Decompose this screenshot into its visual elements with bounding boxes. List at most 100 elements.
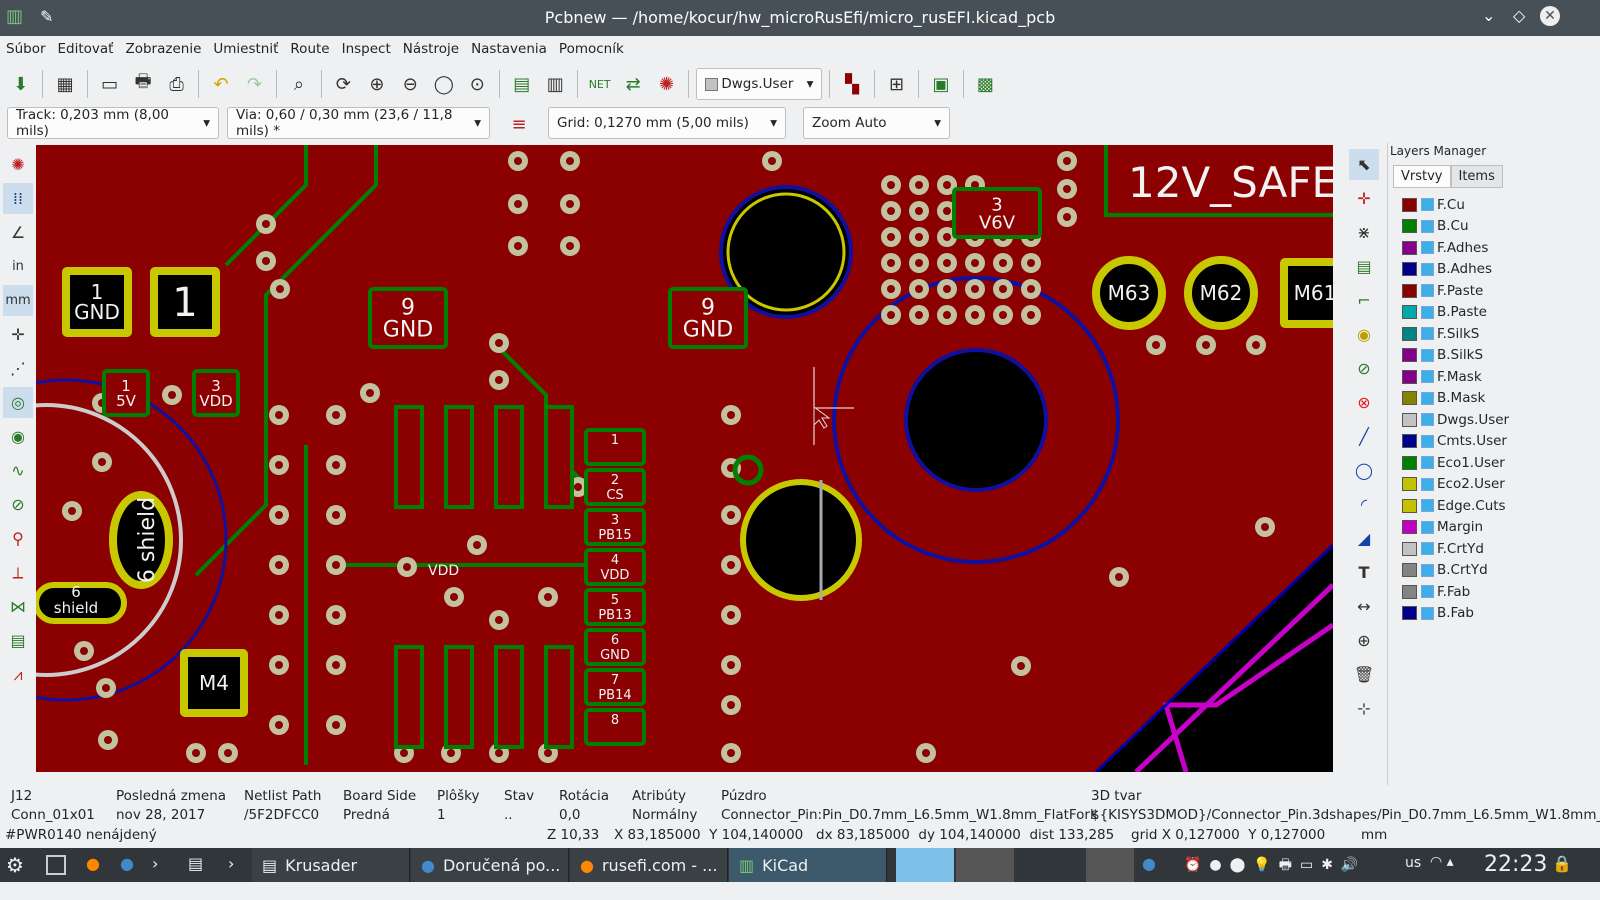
layer-row[interactable]: F.Fab (1388, 581, 1568, 603)
python-console-icon[interactable]: ▣ (926, 69, 955, 99)
layer-visible-checkbox[interactable] (1421, 219, 1434, 233)
thunderbird-icon[interactable]: ● (120, 854, 134, 873)
layer-visible-checkbox[interactable] (1421, 606, 1434, 620)
zoom-selection-icon[interactable]: ⊙ (463, 69, 492, 99)
select-icon[interactable]: ⬉ (1349, 149, 1379, 180)
layer-row[interactable]: Eco2.User (1388, 474, 1568, 496)
grid-icon[interactable]: ⁞⁞ (3, 183, 33, 214)
route-track-icon[interactable]: ⌐ (1349, 285, 1379, 316)
save-icon[interactable]: ⬇ (6, 69, 35, 99)
layer-row[interactable]: B.CrtYd (1388, 560, 1568, 582)
maximize-button[interactable]: ◇ (1513, 6, 1525, 25)
layer-visible-checkbox[interactable] (1421, 262, 1434, 276)
layer-visible-checkbox[interactable] (1421, 348, 1434, 362)
add-text-icon[interactable]: T (1349, 557, 1379, 588)
menu-inspect[interactable]: Inspect (336, 36, 397, 62)
menu-route[interactable]: Route (284, 36, 335, 62)
keyboard-layout[interactable]: us (1405, 855, 1421, 871)
app-launcher-icon[interactable]: ⚙ (6, 853, 24, 877)
layer-color-swatch[interactable] (1402, 391, 1417, 406)
task-kicad[interactable]: ▥ KiCad (729, 848, 887, 882)
layer-color-swatch[interactable] (1402, 283, 1417, 298)
track-autowidth-icon[interactable]: ≡ (504, 109, 534, 139)
layer-row[interactable]: F.Mask (1388, 366, 1568, 388)
print-icon[interactable]: 🖶 (128, 69, 157, 99)
layer-pair-icon[interactable]: ▚ (837, 69, 866, 99)
layer-visible-checkbox[interactable] (1421, 477, 1434, 491)
layer-row[interactable]: Edge.Cuts (1388, 495, 1568, 517)
tab-layers[interactable]: Vrstvy (1393, 165, 1451, 188)
layer-color-swatch[interactable] (1402, 434, 1417, 449)
layers-manager-icon[interactable]: ⩘ (3, 659, 33, 690)
layer-color-swatch[interactable] (1402, 197, 1417, 212)
update-pcb-icon[interactable]: ⇄ (618, 69, 647, 99)
layer-color-swatch[interactable] (1402, 262, 1417, 277)
tab-items[interactable]: Items (1450, 165, 1503, 188)
layer-color-swatch[interactable] (1402, 348, 1417, 363)
pad-sketch-icon[interactable]: ◎ (3, 387, 33, 418)
layer-row[interactable]: F.CrtYd (1388, 538, 1568, 560)
footprint-viewer-icon[interactable]: ▥ (540, 69, 569, 99)
track-width-select[interactable]: Track: 0,203 mm (8,00 mils) ▾ (7, 107, 219, 139)
layer-visible-checkbox[interactable] (1421, 456, 1434, 470)
local-ratsnest-icon[interactable]: ⋇ (1349, 217, 1379, 248)
terminal-icon[interactable]: › (152, 854, 158, 873)
add-zone-icon[interactable]: ⊘ (1349, 353, 1379, 384)
undo-icon[interactable]: ↶ (206, 69, 235, 99)
menu-edit[interactable]: Editovať (52, 36, 120, 62)
pcb-drawing[interactable]: 1 GND 1 9 GND9 GND3 V6VM63 M62 M61M41 5V3 VDD12 CS3… (36, 145, 1333, 772)
layer-row[interactable]: Cmts.User (1388, 431, 1568, 453)
menu-preferences[interactable]: Nastavenia (465, 36, 553, 62)
grid-select[interactable]: Grid: 0,1270 mm (5,00 mils) ▾ (548, 107, 786, 139)
layer-color-swatch[interactable] (1402, 498, 1417, 513)
layer-row[interactable]: Eco1.User (1388, 452, 1568, 474)
layer-color-swatch[interactable] (1402, 326, 1417, 341)
layer-visible-checkbox[interactable] (1421, 391, 1434, 405)
layer-row[interactable]: F.SilkS (1388, 323, 1568, 345)
highlight-net-icon[interactable]: ✛ (1349, 183, 1379, 214)
desktop-icon[interactable] (46, 855, 66, 875)
layer-color-swatch[interactable] (1402, 541, 1417, 556)
drc-bug-icon[interactable]: ✺ (652, 69, 681, 99)
target-icon[interactable]: ⊕ (1349, 625, 1379, 656)
layer-row[interactable]: B.Cu (1388, 216, 1568, 238)
wifi-icon[interactable]: ◠ ▴ (1430, 854, 1454, 870)
layer-row[interactable]: B.Mask (1388, 388, 1568, 410)
layer-visible-checkbox[interactable] (1421, 563, 1434, 577)
layer-color-swatch[interactable] (1402, 606, 1417, 621)
find-icon[interactable]: ⌕ (284, 69, 313, 99)
add-footprint-icon[interactable]: ▤ (1349, 251, 1379, 282)
layer-color-swatch[interactable] (1402, 305, 1417, 320)
menu-view[interactable]: Zobrazenie (119, 36, 207, 62)
layer-visible-checkbox[interactable] (1421, 327, 1434, 341)
layer-color-swatch[interactable] (1402, 520, 1417, 535)
layer-color-swatch[interactable] (1402, 584, 1417, 599)
layer-visible-checkbox[interactable] (1421, 370, 1434, 384)
draw-polygon-icon[interactable]: ◢ (1349, 523, 1379, 554)
layer-visible-checkbox[interactable] (1421, 542, 1434, 556)
dimension-icon[interactable]: ↔ (1349, 591, 1379, 622)
track-sketch-icon[interactable]: ∿ (3, 455, 33, 486)
layer-visible-checkbox[interactable] (1421, 520, 1434, 534)
layer-row[interactable]: F.Cu (1388, 194, 1568, 216)
layer-row[interactable]: B.Fab (1388, 603, 1568, 625)
drc-marker-icon[interactable]: ✺ (3, 149, 33, 180)
menu-tools[interactable]: Nástroje (397, 36, 465, 62)
task-krusader[interactable]: ▤ Krusader (252, 848, 410, 882)
firefox-icon[interactable]: ● (86, 854, 100, 873)
pager-desktop-2[interactable] (956, 848, 1014, 882)
ratsnest-icon[interactable]: ⋰ (3, 353, 33, 384)
net-highlight-icon[interactable]: ⚲ (3, 523, 33, 554)
close-button[interactable]: ✕ (1540, 6, 1560, 26)
minimize-button[interactable]: ⌄ (1482, 6, 1495, 25)
microwave-line-icon[interactable]: ⋈ (3, 591, 33, 622)
layer-row[interactable]: F.Adhes (1388, 237, 1568, 259)
system-tray-icons[interactable]: ⏰●⬤💡🖶▭✱🔊 (1184, 854, 1366, 878)
layer-select[interactable]: Dwgs.User ▾ (696, 68, 823, 100)
layer-visible-checkbox[interactable] (1421, 305, 1434, 319)
terminal-icon[interactable]: › (228, 854, 234, 873)
high-contrast-icon[interactable]: ▤ (3, 625, 33, 656)
cursor-shape-icon[interactable]: ✛ (3, 319, 33, 350)
mm-units-icon[interactable]: mm (3, 285, 33, 316)
draw-arc-icon[interactable]: ◜ (1349, 489, 1379, 520)
